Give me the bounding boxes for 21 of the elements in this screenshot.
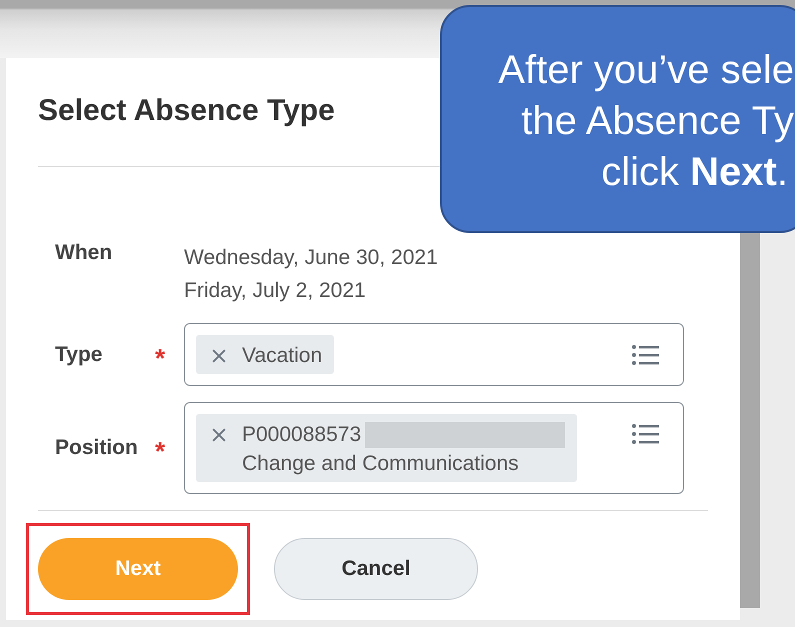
cancel-button[interactable]: Cancel — [274, 538, 478, 600]
date-text: Wednesday, June 30, 2021 — [184, 245, 438, 271]
remove-icon[interactable] — [212, 428, 226, 442]
callout-text: After you’ve sele — [498, 47, 794, 94]
chip-text: Change and Communications — [242, 451, 519, 477]
dialog-title: Select Absence Type — [38, 93, 335, 129]
field-label: Position — [55, 436, 139, 460]
remove-icon[interactable] — [212, 349, 226, 363]
list-icon[interactable] — [631, 343, 661, 367]
callout-text: click Next. — [601, 149, 788, 196]
input-field[interactable]: Vacation — [184, 323, 684, 386]
required-mark: * — [155, 441, 166, 461]
field-label: Type — [55, 342, 104, 366]
date-text: Friday, July 2, 2021 — [184, 278, 366, 304]
input-field[interactable]: P000088573 Change and Communications — [184, 402, 684, 494]
chip-text: P000088573 — [242, 422, 362, 448]
list-icon[interactable] — [631, 422, 661, 446]
field-label: When — [55, 241, 114, 265]
callout-text: the Absence Ty — [521, 98, 794, 145]
chip-text: Vacation — [242, 343, 322, 369]
required-mark: * — [155, 348, 166, 368]
